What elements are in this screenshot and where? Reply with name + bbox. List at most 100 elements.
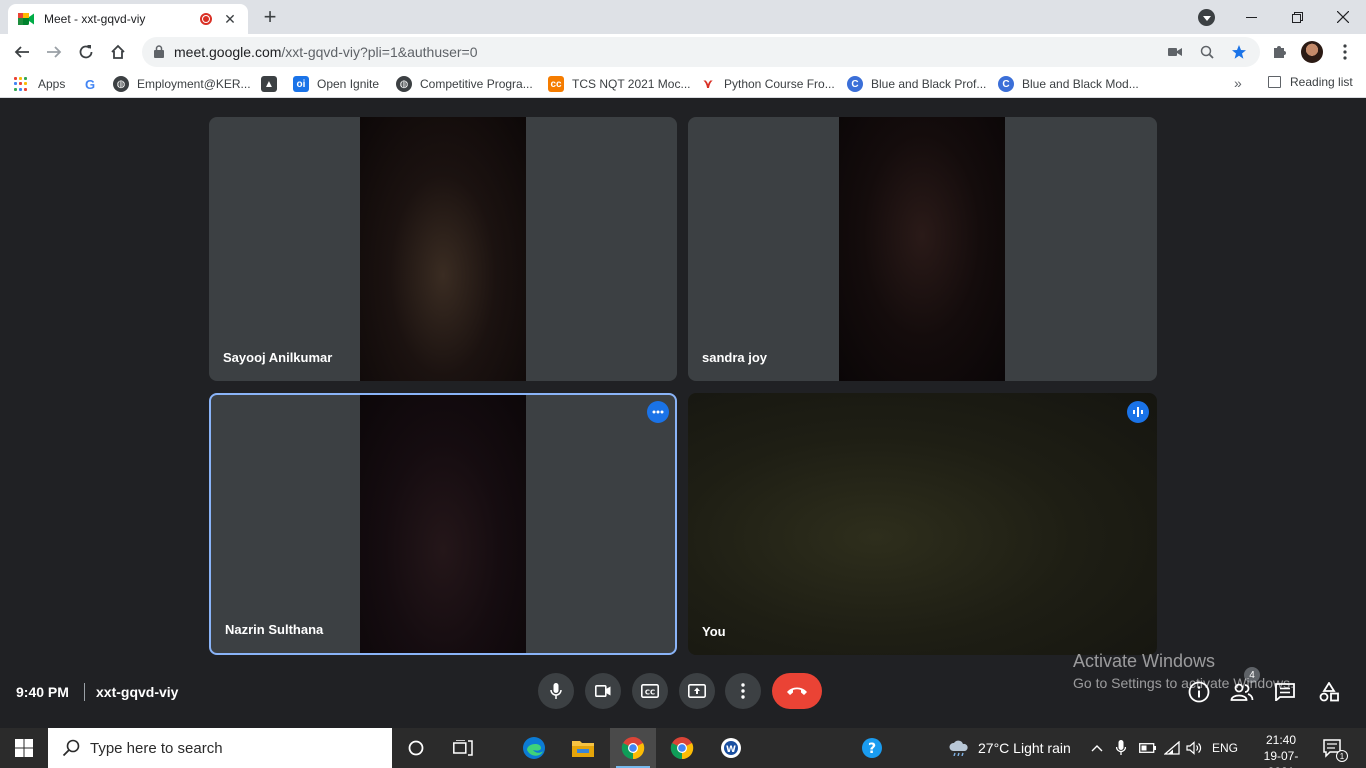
- restore-window-button[interactable]: [1274, 0, 1320, 34]
- self-view-tile[interactable]: You: [688, 393, 1157, 655]
- app-with-w-logo[interactable]: W: [708, 728, 754, 768]
- chevron-up-icon: [1091, 745, 1103, 752]
- network-indicator[interactable]: [1164, 728, 1180, 768]
- help-icon: ?: [862, 738, 882, 758]
- close-window-button[interactable]: [1320, 0, 1366, 34]
- input-language[interactable]: ENG: [1212, 728, 1238, 768]
- present-screen-icon: [688, 684, 706, 698]
- microphone-in-use-indicator[interactable]: [1116, 728, 1126, 768]
- bookmark-python-course[interactable]: ⋎ Python Course Fro...: [700, 75, 835, 93]
- wifi-icon: [1164, 741, 1180, 755]
- python-icon: ⋎: [702, 76, 714, 91]
- address-bar[interactable]: meet.google.com/xxt-gqvd-viy?pli=1&authu…: [142, 37, 1260, 67]
- new-tab-button[interactable]: +: [258, 6, 282, 30]
- url-text: meet.google.com/xxt-gqvd-viy?pli=1&authu…: [174, 44, 478, 60]
- bookmark-photo[interactable]: ▲: [261, 75, 285, 93]
- start-button[interactable]: [0, 728, 48, 768]
- minimize-window-button[interactable]: [1228, 0, 1274, 34]
- bookmark-employment[interactable]: ◍ Employment@KER...: [113, 75, 251, 93]
- chrome-app-active[interactable]: [610, 728, 656, 768]
- canva-icon: C: [998, 76, 1014, 92]
- taskbar-search-box[interactable]: Type here to search: [48, 728, 392, 768]
- back-button[interactable]: [8, 38, 36, 66]
- chrome-icon: [621, 737, 645, 760]
- bookmark-apps[interactable]: Apps: [14, 75, 65, 93]
- chrome-app[interactable]: [659, 728, 705, 768]
- microphone-button[interactable]: [538, 673, 574, 709]
- participant-tile-active[interactable]: Nazrin Sulthana: [209, 393, 677, 655]
- home-icon: [111, 44, 125, 59]
- browser-tab-strip: Meet - xxt-gqvd-viy ✕ +: [0, 0, 1366, 34]
- recording-indicator-icon: [200, 13, 212, 25]
- kebab-menu-icon: [741, 683, 745, 699]
- forward-button[interactable]: [40, 38, 68, 66]
- volume-indicator[interactable]: [1186, 728, 1202, 768]
- home-button[interactable]: [104, 38, 132, 66]
- show-hidden-icons-button[interactable]: [1091, 728, 1103, 768]
- taskbar-clock[interactable]: 21:40 19-07-2021: [1256, 732, 1306, 768]
- globe-icon: ◍: [113, 76, 129, 92]
- weather-text: 27°C Light rain: [978, 740, 1071, 756]
- captions-button[interactable]: CC: [632, 673, 668, 709]
- minimize-icon: [1245, 16, 1257, 18]
- bookmark-open-ignite[interactable]: oi Open Ignite: [293, 75, 379, 93]
- file-explorer-app[interactable]: [560, 728, 606, 768]
- participant-tile[interactable]: sandra joy: [688, 117, 1157, 381]
- browser-tab-meet[interactable]: Meet - xxt-gqvd-viy ✕: [8, 4, 248, 34]
- cortana-button[interactable]: [393, 728, 439, 768]
- bookmark-competitive-programming[interactable]: ◍ Competitive Progra...: [396, 75, 533, 93]
- participant-options-icon[interactable]: [647, 401, 669, 423]
- end-call-button[interactable]: [772, 673, 822, 709]
- bookmark-blue-black-mod[interactable]: C Blue and Black Mod...: [998, 75, 1139, 93]
- clock-date: 19-07-2021: [1263, 749, 1299, 768]
- camera-permission-icon[interactable]: [1166, 43, 1184, 61]
- google-meet-icon: [18, 13, 34, 25]
- video-camera-icon: [595, 685, 611, 697]
- edge-app[interactable]: [511, 728, 557, 768]
- participant-name: sandra joy: [702, 350, 768, 365]
- activate-windows-watermark: Activate Windows Go to Settings to activ…: [1073, 651, 1294, 691]
- participant-video: [360, 395, 526, 653]
- participant-tile[interactable]: Sayooj Anilkumar: [209, 117, 677, 381]
- bookmark-blue-black-prof[interactable]: C Blue and Black Prof...: [847, 75, 986, 93]
- globe-icon: ◍: [396, 76, 412, 92]
- search-icon: [62, 739, 80, 757]
- restore-icon: [1291, 11, 1303, 23]
- weather-widget[interactable]: 27°C Light rain: [948, 728, 1071, 768]
- reload-button[interactable]: [72, 38, 100, 66]
- oi-icon: oi: [293, 76, 309, 92]
- bookmark-star-icon[interactable]: [1230, 43, 1248, 61]
- activities-button[interactable]: [1316, 679, 1342, 705]
- svg-text:?: ?: [868, 741, 876, 757]
- speaking-indicator-icon: [1127, 401, 1149, 423]
- chrome-menu-button[interactable]: [1334, 41, 1356, 63]
- edge-icon: [523, 737, 545, 759]
- present-screen-button[interactable]: [679, 673, 715, 709]
- windows-logo-icon: [15, 739, 33, 757]
- battery-indicator[interactable]: [1139, 728, 1157, 768]
- zoom-icon[interactable]: [1198, 43, 1216, 61]
- w-app-icon: W: [721, 738, 741, 758]
- task-view-button[interactable]: [440, 728, 486, 768]
- shapes-icon: [1319, 682, 1339, 702]
- profile-avatar[interactable]: [1301, 41, 1323, 63]
- extensions-button[interactable]: [1268, 41, 1290, 63]
- reload-icon: [79, 45, 93, 59]
- participant-video: [839, 117, 1005, 381]
- bookmarks-bar: Apps G ◍ Employment@KER... ▲ oi Open Ign…: [0, 70, 1366, 98]
- camera-button[interactable]: [585, 673, 621, 709]
- bookmark-tcs-nqt[interactable]: cc TCS NQT 2021 Moc...: [548, 75, 690, 93]
- more-options-button[interactable]: [725, 673, 761, 709]
- bookmark-google[interactable]: G: [82, 75, 106, 93]
- folder-icon: [572, 741, 594, 757]
- notification-count-badge: 1: [1336, 750, 1348, 762]
- get-help-app[interactable]: ?: [849, 728, 895, 768]
- cloud-rain-icon: [949, 740, 968, 756]
- apps-grid-icon: [14, 77, 28, 91]
- reading-list-button[interactable]: Reading list: [1268, 75, 1353, 89]
- tab-search-icon[interactable]: [1198, 9, 1215, 26]
- lock-icon: [154, 45, 164, 58]
- more-bookmarks-button[interactable]: »: [1234, 75, 1242, 91]
- tab-close-icon[interactable]: ✕: [222, 11, 238, 28]
- arrow-left-icon: [14, 46, 29, 58]
